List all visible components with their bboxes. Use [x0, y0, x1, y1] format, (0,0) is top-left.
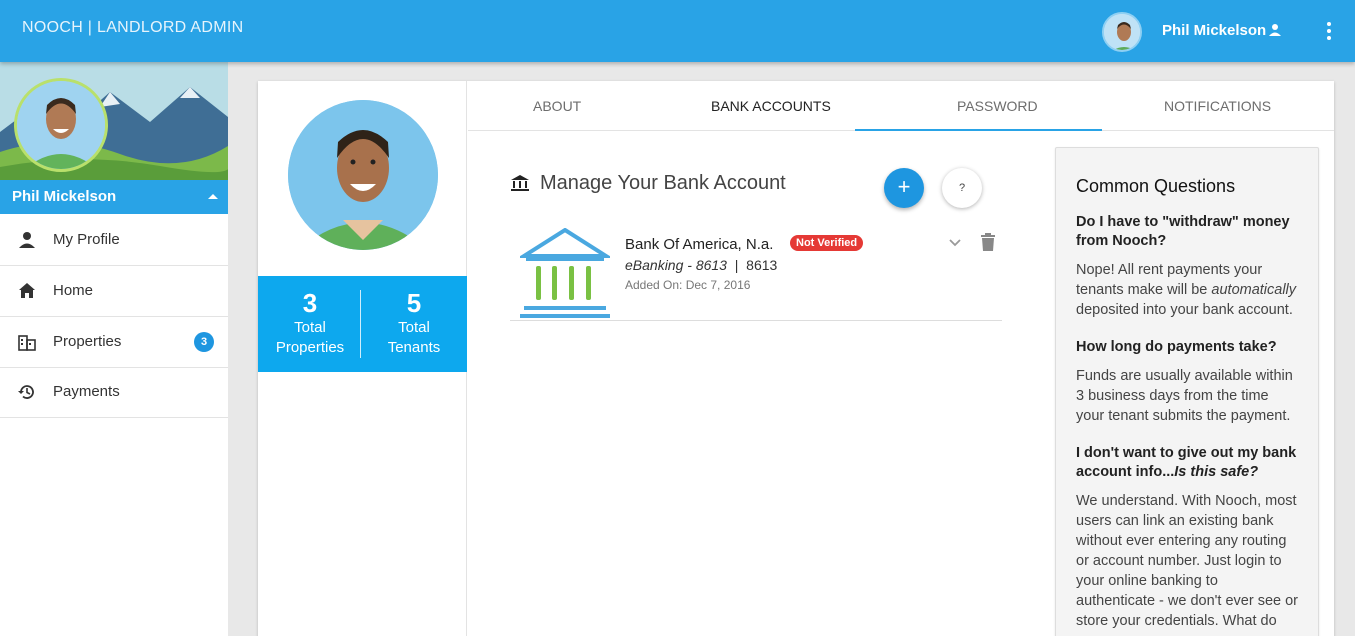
sidebar-user-toggle[interactable]: Phil Mickelson [0, 180, 228, 214]
stat-total-properties[interactable]: 3 Total Properties [258, 288, 362, 358]
bank-building-icon [520, 228, 610, 318]
sidebar-avatar[interactable] [14, 78, 108, 172]
profile-stats: 3 Total Properties 5 Total Tenants [258, 276, 467, 372]
bank-account-details: eBanking - 8613 | 8613 [625, 257, 777, 273]
trash-icon[interactable] [980, 233, 996, 251]
profile-tabs: ABOUT BANK ACCOUNTS PASSWORD NOTIFICATIO… [468, 81, 1334, 131]
active-tab-indicator [855, 129, 1102, 131]
sidebar-item-label: My Profile [53, 231, 120, 248]
top-app-bar: NOOCH | LANDLORD ADMIN Phil Mickelson [0, 0, 1355, 62]
stat-value: 5 [406, 288, 422, 318]
sidebar-item-label: Home [53, 282, 94, 299]
properties-count-badge: 3 [194, 332, 214, 352]
tab-password[interactable]: PASSWORD [957, 98, 1038, 114]
sidebar-item-label: Properties [53, 333, 122, 350]
stat-label-line1: Total [294, 319, 326, 336]
tab-bank-accounts[interactable]: BANK ACCOUNTS [711, 98, 831, 114]
bank-account-row[interactable]: Bank Of America, N.a. Not Verified eBank… [510, 226, 1002, 321]
stat-total-tenants[interactable]: 5 Total Tenants [362, 288, 466, 358]
app-brand[interactable]: NOOCH | LANDLORD ADMIN [22, 19, 243, 37]
stat-label-line2: Properties [275, 339, 345, 356]
faq-question: I don't want to give out my bank account… [1076, 444, 1298, 482]
profile-avatar[interactable] [288, 100, 438, 250]
profile-card: 3 Total Properties 5 Total Tenants ABOUT… [258, 81, 1334, 636]
faq-answer: Nope! All rent payments your tenants mak… [1076, 260, 1298, 320]
stat-label-line1: Total [398, 319, 430, 336]
tab-notifications[interactable]: NOTIFICATIONS [1164, 98, 1271, 114]
faq-answer-emphasis: automatically [1211, 282, 1297, 298]
history-icon [18, 385, 34, 399]
sidebar-item-properties[interactable]: Properties 3 [0, 317, 228, 368]
add-bank-button[interactable]: + [884, 168, 924, 208]
tab-about[interactable]: ABOUT [533, 98, 581, 114]
sidebar-item-label: Payments [53, 383, 120, 400]
stat-label-line2: Tenants [387, 339, 441, 356]
detail-separator: | [734, 257, 739, 273]
faq-title: Common Questions [1076, 176, 1236, 196]
faq-question: Do I have to "withdraw" money from Nooch… [1076, 214, 1290, 249]
status-badge: Not Verified [790, 235, 864, 251]
person-icon [19, 232, 35, 248]
profile-column: 3 Total Properties 5 Total Tenants [258, 81, 467, 636]
sidebar-item-my-profile[interactable]: My Profile [0, 215, 228, 266]
faq-answer: Funds are usually available within 3 bus… [1076, 368, 1293, 424]
building-icon [18, 335, 36, 351]
sidebar-item-home[interactable]: Home [0, 266, 228, 317]
home-icon [19, 283, 35, 298]
stat-divider [360, 290, 361, 358]
stat-value: 3 [302, 288, 318, 318]
bank-icon [511, 175, 529, 191]
bank-last4: 8613 [746, 257, 778, 273]
help-button[interactable]: ? [942, 168, 982, 208]
caret-up-icon [208, 194, 218, 199]
sidebar-user-name: Phil Mickelson [12, 188, 117, 205]
faq-question-emphasis: Is this safe? [1174, 464, 1259, 480]
header-avatar[interactable] [1102, 12, 1142, 52]
bank-name: Bank Of America, N.a. [625, 236, 774, 253]
person-icon[interactable] [1268, 23, 1282, 37]
section-title: Manage Your Bank Account [540, 172, 786, 194]
bank-nickname: eBanking - 8613 [625, 257, 727, 273]
bank-added-date: Added On: Dec 7, 2016 [625, 278, 751, 292]
chevron-down-icon[interactable] [948, 236, 962, 250]
header-user-name[interactable]: Phil Mickelson [1162, 22, 1266, 39]
faq-answer-text: deposited into your bank account. [1076, 302, 1293, 318]
faq-question: How long do payments take? [1076, 339, 1277, 355]
faq-answer: We understand. With Nooch, most users ca… [1076, 493, 1299, 629]
sidebar-item-payments[interactable]: Payments [0, 367, 228, 418]
more-vert-icon[interactable] [1320, 20, 1338, 42]
sidebar: Phil Mickelson My Profile Home Propertie… [0, 62, 228, 636]
common-questions-panel: Common Questions Do I have to "withdraw"… [1055, 147, 1319, 636]
